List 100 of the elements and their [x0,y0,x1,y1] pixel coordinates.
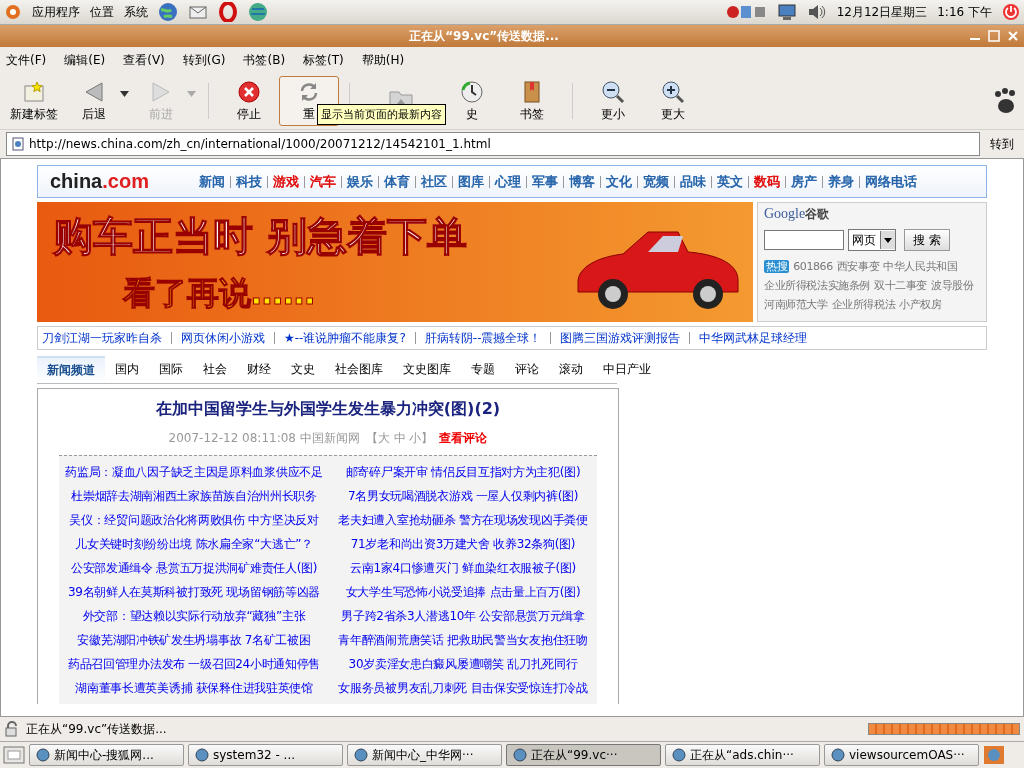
nav-link[interactable]: 体育 [383,172,410,191]
panel-clock[interactable]: 1:16 下午 [937,3,992,21]
hot-search-link[interactable]: 小产权房 [899,295,942,314]
nav-link[interactable]: 心理 [494,172,521,191]
toolbar-button[interactable]: 更大 [643,76,703,126]
channel-tab[interactable]: 财经 [237,356,281,383]
news-link[interactable]: 云南1家4口惨遭灭门 鲜血染红衣服被子(图) [329,556,597,580]
maximize-icon[interactable] [988,30,1000,42]
channel-tab[interactable]: 滚动 [549,356,593,383]
news-link[interactable]: 7名男女玩喝酒脱衣游戏 一屋人仅剩内裤(图) [329,484,597,508]
menu-item[interactable]: 查看(V) [123,51,165,69]
toolbar-button[interactable]: 书签 [502,76,562,126]
logo-suffix[interactable]: .com [102,170,149,193]
news-link[interactable]: 男子跨2省杀3人潜逃10年 公安部悬赏万元缉拿 [329,604,597,628]
nav-link[interactable]: 社区 [420,172,447,191]
news-link[interactable]: 39名朝鲜人在莫斯科被打致死 现场留钢筋等凶器 [59,580,329,604]
news-link[interactable]: 吴仪：经贸问题政治化将两败俱伤 中方坚决反对 [59,508,329,532]
channel-tab[interactable]: 国际 [149,356,193,383]
news-link[interactable]: 儿女关键时刻纷纷出境 陈水扁全家“大逃亡”？ [59,532,329,556]
nav-link[interactable]: 图库 [457,172,484,191]
promo-link[interactable]: ★--谁说肿瘤不能康复? [284,329,406,347]
hot-search-link[interactable]: 中华人民共和国 [883,257,958,276]
panel-menu[interactable]: 位置 [90,3,114,21]
nav-link[interactable]: 养身 [827,172,854,191]
menu-item[interactable]: 标签(T) [303,51,344,69]
news-link[interactable]: 青年醉酒闹荒唐笑话 把救助民警当女友抱住狂吻 [329,628,597,652]
news-link[interactable]: 女服务员被男友乱刀刺死 目击保安受惊连打冷战 [329,676,597,700]
hot-search-link[interactable]: 河南师范大学 [764,295,828,314]
nav-link[interactable]: 英文 [716,172,743,191]
panel-menu[interactable]: 应用程序 [32,3,80,21]
computer-icon[interactable] [776,3,797,21]
nav-link[interactable]: 博客 [568,172,595,191]
news-link[interactable]: 邮寄碎尸案开审 情侣反目互指对方为主犯(图) [329,460,597,484]
promo-link[interactable]: 中华网武林足球经理 [699,329,808,347]
comments-link[interactable]: 查看评论 [439,430,488,447]
nav-link[interactable]: 品味 [679,172,706,191]
nav-link[interactable]: 科技 [235,172,262,191]
hot-search-link[interactable]: 波导股份 [931,276,974,295]
close-icon[interactable] [1008,31,1018,41]
ring-icon[interactable] [218,2,238,22]
news-link[interactable]: 老夫妇遭入室抢劫砸杀 警方在现场发现凶手粪便 [329,508,597,532]
news-link[interactable]: 外交部：望达赖以实际行动放弃“藏独”主张 [59,604,329,628]
channel-tab[interactable]: 中日产业 [593,356,661,383]
nav-link[interactable]: 数码 [753,172,780,191]
promo-link[interactable]: 肝病转阴--震撼全球！ [424,329,542,347]
nav-link[interactable]: 游戏 [272,172,299,191]
nav-link[interactable]: 文化 [605,172,632,191]
panel-date[interactable]: 12月12日星期三 [836,3,928,21]
show-desktop-icon[interactable] [3,745,25,765]
logo-text[interactable]: china [50,170,103,193]
promo-link[interactable]: 刀剑江湖一玩家昨自杀 [42,329,162,347]
hot-search-link[interactable]: 企业所得税法 [831,295,896,314]
window-icon[interactable] [983,745,1005,765]
news-link[interactable]: 湖南董事长遭英美诱捕 获保释住进我驻英使馆 [59,676,329,700]
globe-icon[interactable] [248,2,268,22]
news-link[interactable]: 药监局：凝血八因子缺乏主因是原料血浆供应不足 [59,460,329,484]
hot-search-link[interactable]: 西安事变 [836,257,880,276]
news-link[interactable]: 安徽芜湖阳冲铁矿发生坍塌事故 7名矿工被困 [59,628,329,652]
taskbar-button[interactable]: system32 - ... [188,744,343,766]
globe-icon[interactable] [158,2,178,22]
taskbar-button[interactable]: 新闻中心_中华网··· [347,744,502,766]
news-link[interactable]: 71岁老和尚出资3万建犬舍 收养32条狗(图) [329,532,597,556]
taskbar-button[interactable]: 正在从“99.vc··· [506,744,661,766]
foot-logo-icon[interactable] [4,3,22,21]
menu-item[interactable]: 文件(F) [6,51,47,69]
channel-tab[interactable]: 评论 [505,356,549,383]
go-button[interactable]: 转到 [986,135,1018,153]
taskbar-button[interactable]: 正在从“ads.chin··· [665,744,820,766]
hot-search-link[interactable]: 企业所得税法实施条例 [764,276,870,295]
news-link[interactable]: 杜崇烟辞去湖南湘西土家族苗族自治州州长职务 [59,484,329,508]
menu-item[interactable]: 转到(G) [182,51,226,69]
toolbar-button[interactable]: 更小 [583,76,643,126]
address-field[interactable]: http://news.china.com/zh_cn/international/1000/20071212/14542101_1.html [6,132,980,156]
menu-item[interactable]: 编辑(E) [64,51,106,69]
nav-link[interactable]: 房产 [790,172,817,191]
hot-search-link[interactable]: 双十二事变 [874,276,928,295]
nav-link[interactable]: 新闻 [198,172,225,191]
channel-tab[interactable]: 文史图库 [393,356,461,383]
news-link[interactable]: 公安部发通缉令 悬赏五万捉洪洞矿难责任人(图) [59,556,329,580]
caret-icon[interactable] [880,231,895,249]
channel-tab[interactable]: 文史 [281,356,325,383]
nav-link[interactable]: 网络电话 [864,172,917,191]
menu-item[interactable]: 帮助(H) [361,51,405,69]
panel-menu[interactable]: 系统 [124,3,148,21]
promo-link[interactable]: 网页休闲小游戏 [181,329,265,347]
nav-link[interactable]: 娱乐 [346,172,373,191]
caret-icon[interactable] [120,91,129,97]
toolbar-button[interactable]: 后退 [64,76,124,126]
speaker-icon[interactable] [806,3,827,21]
toolbar-button[interactable]: 新建标签 [4,76,64,126]
news-link[interactable]: 女大学生写恐怖小说受追捧 点击量上百万(图) [329,580,597,604]
toolbar-button[interactable]: 停止 [219,76,279,126]
taskbar-button[interactable]: viewsourcemOAS··· [824,744,979,766]
scope-dropdown[interactable]: 网页 [848,229,896,251]
search-field[interactable] [764,230,844,250]
taskbar-button[interactable]: 新闻中心-搜狐网... [29,744,184,766]
network-icon[interactable] [726,3,767,21]
news-link[interactable]: 药品召回管理办法发布 一级召回24小时通知停售 [59,652,329,676]
nav-link[interactable]: 宽频 [642,172,669,191]
channel-tab[interactable]: 国内 [105,356,149,383]
